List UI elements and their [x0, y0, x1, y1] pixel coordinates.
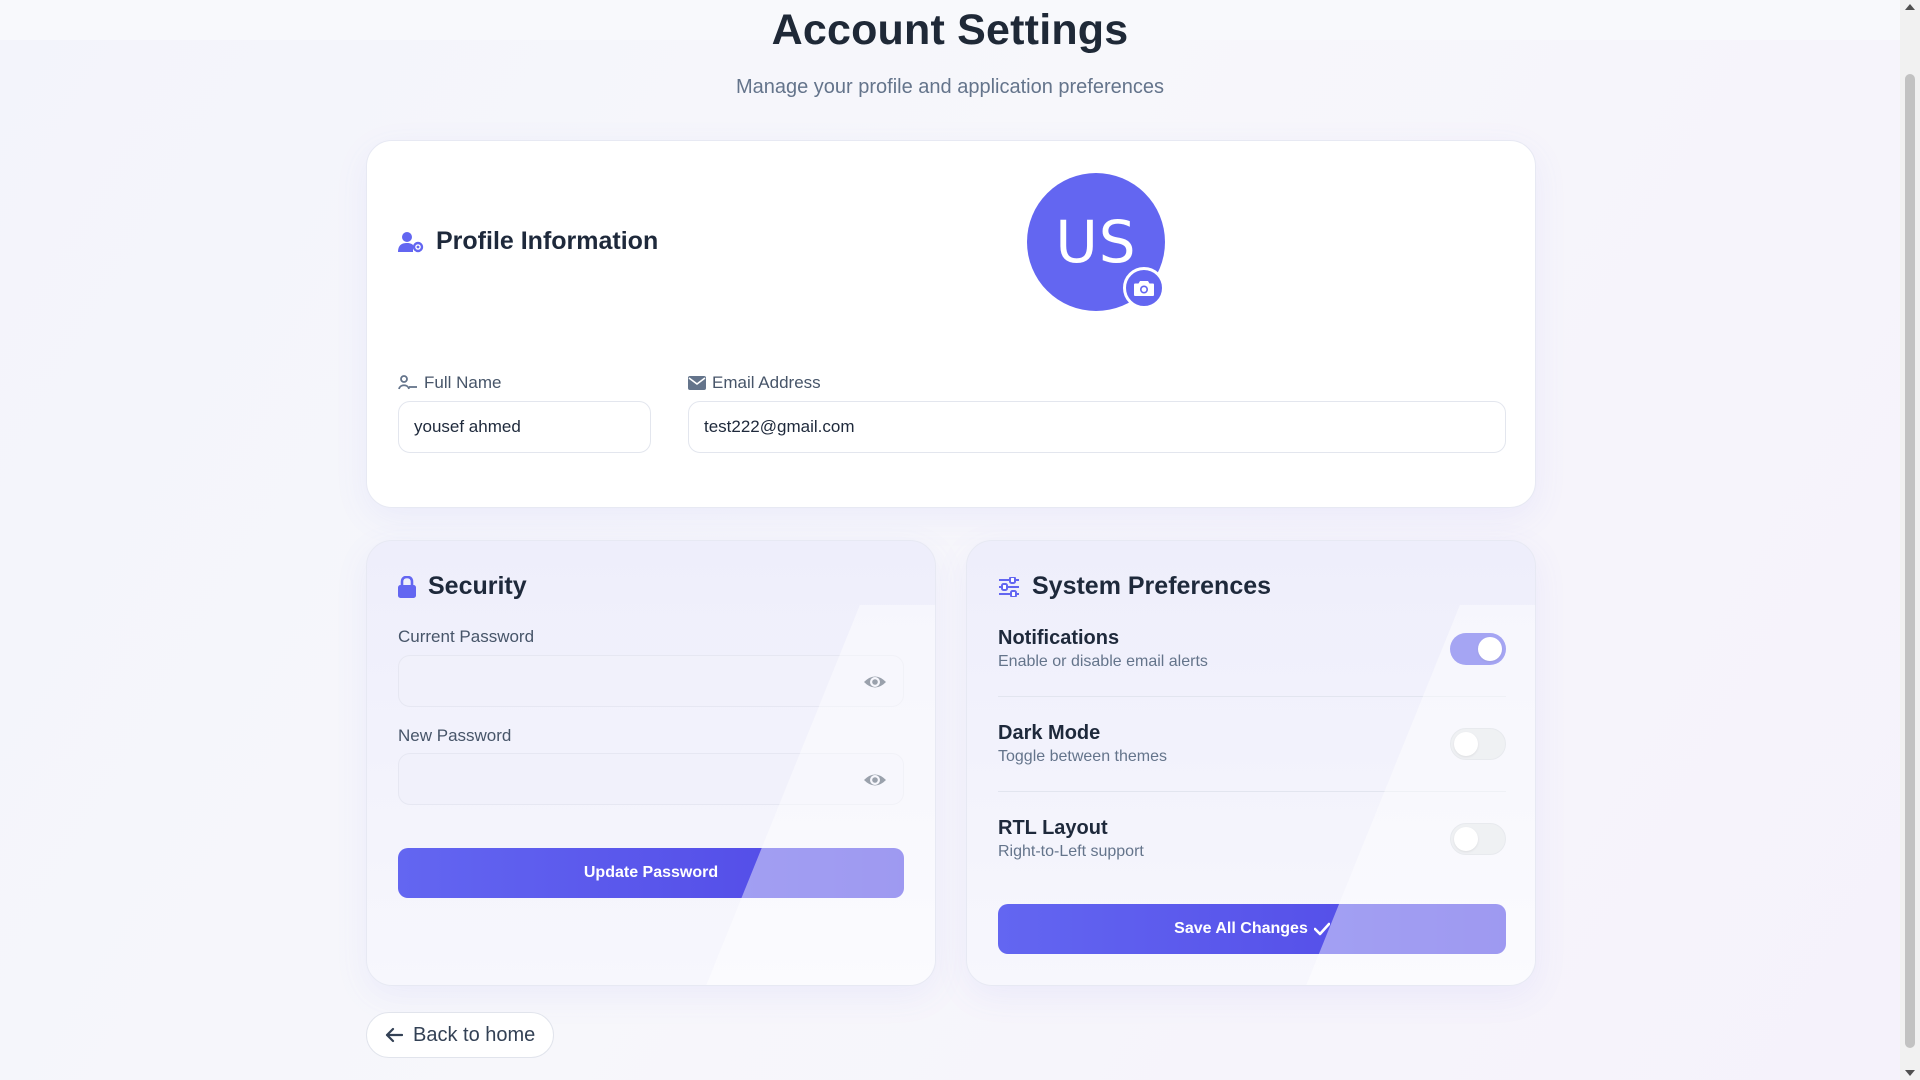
page-title: Account Settings — [771, 6, 1129, 54]
toggle-knob — [1454, 827, 1478, 851]
pref-row-dark-mode: Dark Mode Toggle between themes — [998, 722, 1506, 792]
security-card: Security Current Password New Password U… — [366, 540, 936, 986]
lock-icon — [398, 575, 416, 598]
email-label-text: Email Address — [712, 373, 821, 392]
eye-icon[interactable] — [863, 769, 887, 791]
camera-icon — [1134, 281, 1154, 296]
avatar-initials: US — [1055, 208, 1137, 276]
pref-row-notifications: Notifications Enable or disable email al… — [998, 627, 1506, 697]
email-input[interactable] — [688, 401, 1506, 453]
check-icon — [1313, 922, 1330, 936]
scrollbar-thumb[interactable] — [1905, 74, 1915, 1048]
current-password-input[interactable] — [399, 656, 903, 706]
pref-title: Notifications — [998, 627, 1120, 649]
scroll-up-icon[interactable] — [1905, 4, 1915, 10]
rtl-layout-toggle[interactable] — [1450, 823, 1506, 855]
save-all-changes-button[interactable]: Save All Changes — [998, 904, 1506, 954]
pref-description: Enable or disable email alerts — [998, 653, 1208, 670]
divider — [998, 696, 1506, 697]
current-password-field — [398, 655, 904, 707]
page-subtitle: Manage your profile and application pref… — [735, 76, 1165, 98]
pref-title: Dark Mode — [998, 722, 1101, 744]
full-name-label-text: Full Name — [424, 373, 502, 392]
back-to-home-label: Back to home — [413, 1023, 536, 1046]
preferences-heading-text: System Preferences — [1032, 572, 1272, 600]
current-password-label: Current Password — [398, 627, 535, 646]
full-name-input[interactable] — [398, 401, 651, 453]
new-password-label: New Password — [398, 726, 512, 745]
vertical-scrollbar[interactable] — [1900, 0, 1920, 1080]
envelope-icon — [688, 376, 706, 390]
security-heading: Security — [398, 572, 527, 601]
profile-heading-text: Profile Information — [436, 227, 659, 255]
pref-title: RTL Layout — [998, 817, 1108, 839]
toggle-knob — [1478, 637, 1502, 661]
system-preferences-card: System Preferences Notifications Enable … — [966, 540, 1536, 986]
pref-description: Right-to-Left support — [998, 843, 1144, 860]
preferences-heading: System Preferences — [998, 572, 1271, 601]
account-settings-page: Account Settings Manage your profile and… — [0, 0, 1900, 1080]
toggle-knob — [1454, 732, 1478, 756]
divider — [998, 791, 1506, 792]
sliders-icon — [999, 576, 1019, 597]
update-password-button[interactable]: Update Password — [398, 848, 904, 898]
profile-heading: Profile Information — [398, 227, 658, 256]
change-avatar-button[interactable] — [1123, 267, 1165, 309]
profile-card: Profile Information US Full Name yousef … — [366, 140, 1536, 508]
pref-row-rtl-layout: RTL Layout Right-to-Left support — [998, 817, 1506, 887]
email-label: Email Address — [688, 373, 821, 393]
new-password-field — [398, 753, 904, 805]
signature-icon — [398, 375, 417, 390]
dark-mode-toggle[interactable] — [1450, 728, 1506, 760]
scroll-down-icon[interactable] — [1905, 1070, 1915, 1076]
back-to-home-button[interactable]: Back to home — [366, 1012, 555, 1058]
security-heading-text: Security — [428, 572, 527, 600]
user-gear-icon — [398, 231, 424, 252]
eye-icon[interactable] — [863, 671, 887, 693]
arrow-left-icon — [385, 1027, 403, 1043]
new-password-input[interactable] — [399, 754, 903, 804]
notifications-toggle[interactable] — [1450, 633, 1506, 665]
save-button-label: Save All Changes — [1174, 920, 1308, 937]
pref-description: Toggle between themes — [998, 748, 1167, 765]
full-name-label: Full Name — [398, 373, 501, 393]
